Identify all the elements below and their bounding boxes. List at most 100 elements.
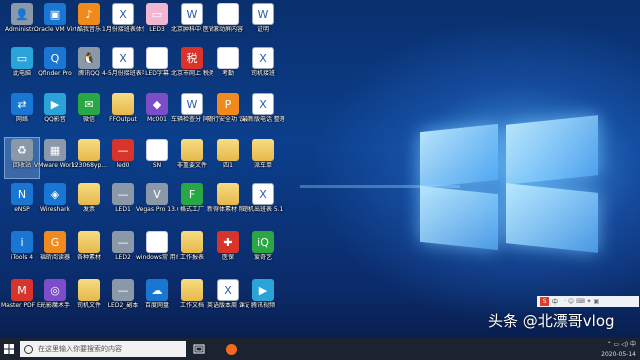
desktop-icon-label: 司机接班 [250,70,275,77]
folder-icon [112,93,134,115]
desktop-icon[interactable]: ♪ 酷我音乐 [72,2,106,42]
desktop-icon[interactable]: ◈ Wireshark [38,182,72,222]
desktop-icon[interactable]: — LED2 [106,230,140,270]
desktop-icon[interactable]: 税北京市网上 税务局(... [171,46,213,86]
desktop-icon[interactable]: ☁ 百度网盘 [140,278,174,318]
desktop-icon[interactable]: 👤 Administr... [5,2,39,42]
desktop-icon[interactable]: VVegas Pro 13.0 (64-bit) [136,182,178,222]
desktop-icon[interactable]: 发票 [72,182,106,222]
desktop-icon[interactable]: 工作文档 [175,278,209,318]
desktop-icon[interactable]: ▶ QQ影音 [38,92,72,132]
tray-icons[interactable]: ⌃ ▭ ◁) 中 [601,340,636,349]
desktop-icon[interactable]: X最新版电话 整理202... [242,92,284,132]
camera-icon: ◎ [44,279,66,301]
search-placeholder: 在这里输入你要搜索的内容 [38,345,122,353]
taskbar-app-orange[interactable] [222,338,240,360]
desktop-icon[interactable]: ▭ 此电脑 [5,46,39,86]
taskbar-search-box[interactable]: 在这里输入你要搜索的内容 [20,341,186,357]
tray-date[interactable]: 2020-05-14 [601,350,636,359]
folder-icon [217,139,239,161]
ime-toolbar[interactable]: S 中 · ☺ ⌨ ✦ ▣ [537,296,639,307]
doc-icon [217,47,239,69]
desktop-icon[interactable]: ▭ LED3 [140,2,174,42]
desktop-icon[interactable]: ♻ 回收站 [4,137,40,179]
pdf-icon: M [11,279,33,301]
ppt-icon: P [217,93,239,115]
virtualbox-icon: ▣ [44,3,66,25]
desktop-icon[interactable]: X英语版本周 课记录表 [207,278,249,318]
desktop-icon[interactable]: X4-5月份接班表可机班 [102,46,144,86]
desktop-icon-grid: 👤Administr...▣Oracle VM VirtualBox♪酷我音乐X… [0,0,300,338]
desktop-icon-label: 爱奇艺 [253,254,272,261]
desktop-icon[interactable]: — led0 [106,138,140,178]
word-icon: W [181,93,203,115]
baidu-icon: ☁ [146,279,168,301]
qq-icon: 🐧 [78,47,100,69]
folder-icon [217,183,239,205]
desktop-icon[interactable]: 🐧 腾讯QQ [72,46,106,86]
desktop-icon[interactable]: 123068yp... [71,138,107,178]
desktop-icon[interactable]: ✚ 医保 [211,230,245,270]
desktop-icon[interactable]: F 格式工厂 [175,182,209,222]
image-icon: ▭ [146,3,168,25]
desktop-icon[interactable]: W车辆检查分 同(配带... [171,92,213,132]
desktop-icon[interactable]: FFOutput [106,92,140,132]
doc-icon [146,231,168,253]
task-view-button[interactable] [190,338,208,360]
desktop-icon[interactable]: iQ 爱奇艺 [246,230,280,270]
ime-tools-icon[interactable]: · ☺ ⌨ ✦ ▣ [564,298,599,305]
desktop-icon[interactable]: Q Qfinder Pro [38,46,72,86]
desktop-icon[interactable]: ▶ 腾讯视频 [246,278,280,318]
taskbar: 在这里输入你要搜索的内容 ⌃ ▭ ◁) 中 2020-05-14 [0,338,640,360]
ime-mode-label[interactable]: 中 [552,297,558,306]
ledbar-icon: — [112,279,134,301]
desktop-icon[interactable]: X 司机出班表 5.11 [242,182,284,222]
desktop-icon[interactable]: G 福昕阅读器 [38,230,72,270]
folder-icon [252,139,274,161]
ime-s-icon[interactable]: S [540,297,549,306]
word-icon: W [252,3,274,25]
desktop-icon[interactable]: ▦VMware Workstati... [34,138,76,178]
desktop-icon[interactable]: 滚动屏内容 [211,2,245,42]
desktop-icon[interactable]: 非重要文件 [175,138,209,178]
desktop-icon[interactable]: — LED1 [106,182,140,222]
excel-icon: X [112,47,134,69]
network-icon: ⇄ [11,93,33,115]
desktop-icon[interactable]: 考勤 [211,46,245,86]
desktop-icon[interactable]: 四1 [211,138,245,178]
desktop-icon[interactable]: windows常 用命令 [136,230,178,270]
desktop-icon[interactable]: ▣Oracle VM VirtualBox [34,2,76,42]
qqplayer-icon: ▶ [44,93,66,115]
desktop-icon-label: 腾讯视频 [250,302,275,309]
desktop-icon[interactable]: NeNSP [5,182,39,222]
desktop-icon[interactable]: 各种素材 [72,230,106,270]
excel-icon: X [217,279,239,301]
desktop-icon[interactable]: ◆ Mc001 [140,92,174,132]
desktop-icon[interactable]: SN [140,138,174,178]
user-icon: 👤 [11,3,33,25]
desktop-icon[interactable]: X 司机接班 [246,46,280,86]
desktop-icon[interactable]: X1月份接班表体信息科 [102,2,144,42]
desktop-icon[interactable]: MMaster PDF Editor 5 [1,278,43,318]
ledbar-icon: — [112,183,134,205]
desktop-icon[interactable]: 司机文件 [72,278,106,318]
desktop-icon[interactable]: W 证明 [246,2,280,42]
windows-logo-wallpaper [420,115,600,253]
desktop-icon[interactable]: 派车单 [246,138,280,178]
desktop-icon[interactable]: ✉ 微信 [72,92,106,132]
desktop-icon[interactable]: — LED2_副本 [106,278,140,318]
desktop-icon[interactable]: ⇄ 网络 [5,92,39,132]
excel-icon: X [252,183,274,205]
start-button[interactable] [0,338,18,360]
desktop-icon[interactable]: 工作报表 [175,230,209,270]
desktop-icon[interactable]: P随行安全功 议说明 [207,92,249,132]
ledbar-icon: — [112,231,134,253]
desktop-icon[interactable]: 新得体素材 照片库 [207,182,249,222]
foxit-icon: G [44,231,66,253]
word-icon: W [181,3,203,25]
desktop-icon[interactable]: ◎ 光影魔术手 [38,278,72,318]
desktop-icon[interactable]: i iTools 4 [5,230,39,270]
search-icon [24,344,33,354]
desktop-icon[interactable]: LED字幕 [140,46,174,86]
desktop-icon[interactable]: W北京肿科中 医肾病医... [171,2,213,42]
